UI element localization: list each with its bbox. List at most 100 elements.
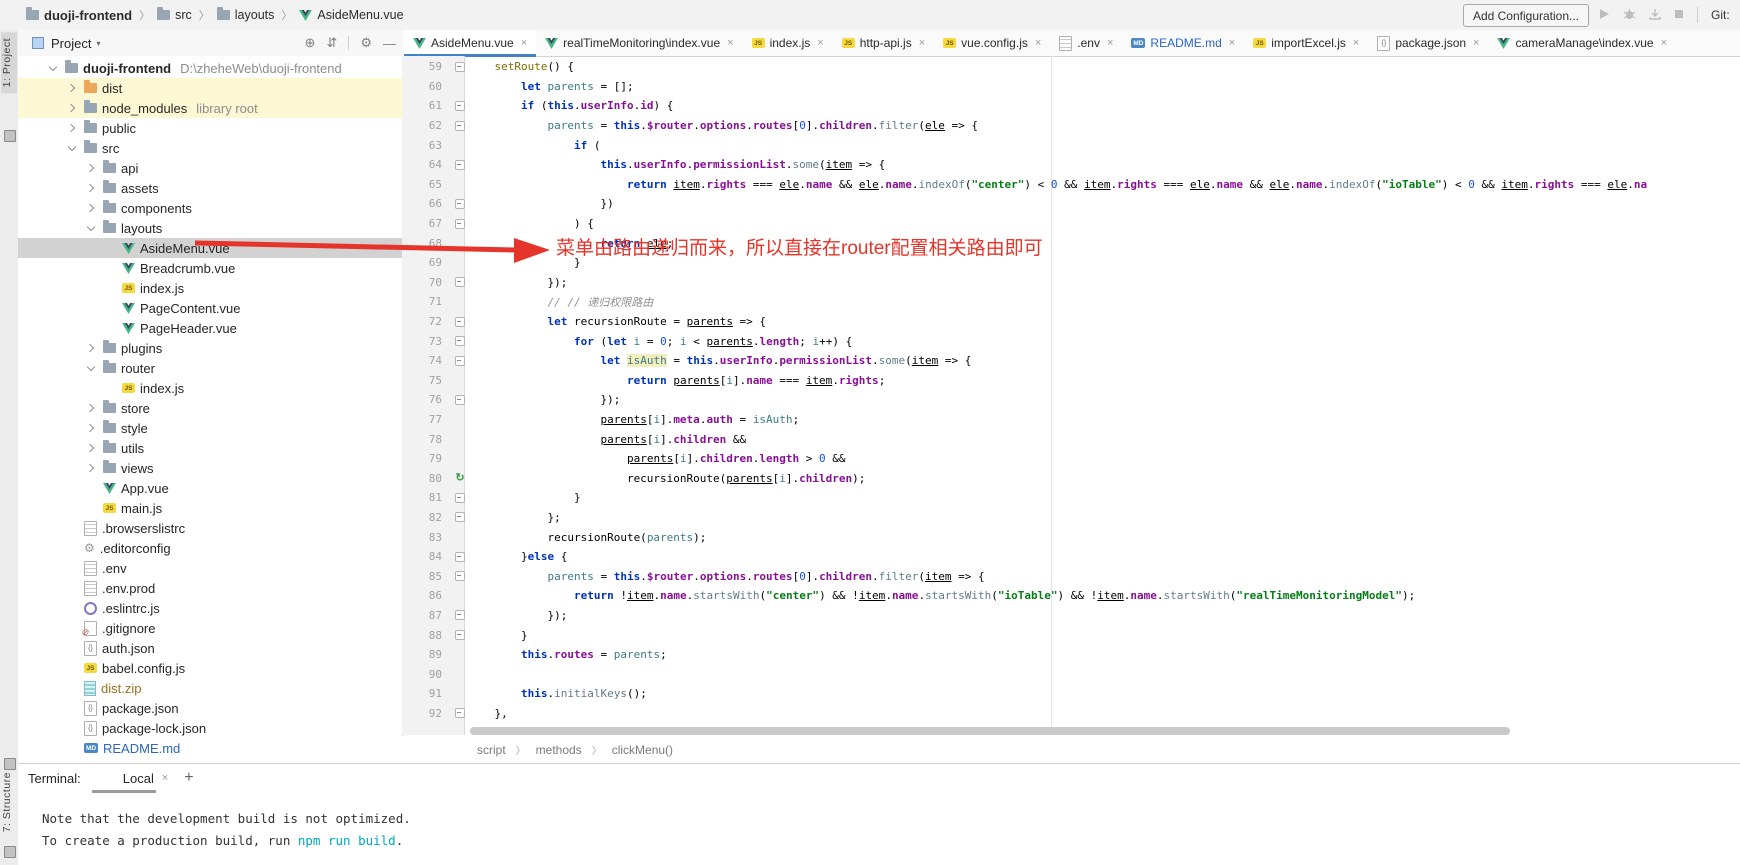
code-line[interactable]: 74 let isAuth = this.userInfo.permission… <box>402 351 1740 371</box>
line-number[interactable]: 62 <box>402 119 452 132</box>
line-number[interactable]: 91 <box>402 687 452 700</box>
editor-tab-package.json[interactable]: {}package.json× <box>1368 30 1488 56</box>
tree-item-AsideMenu.vue[interactable]: AsideMenu.vue <box>18 238 402 258</box>
code-line[interactable]: 85 parents = this.$router.options.routes… <box>402 566 1740 586</box>
fold-marker-icon[interactable] <box>455 317 465 327</box>
line-number[interactable]: 88 <box>402 629 452 642</box>
favorites-strip-icon[interactable] <box>4 846 16 858</box>
tree-item-package-lock.json[interactable]: {}package-lock.json <box>18 718 402 738</box>
line-number[interactable]: 71 <box>402 295 452 308</box>
code-line[interactable]: 75 return parents[i].name === item.right… <box>402 371 1740 391</box>
line-number[interactable]: 69 <box>402 256 452 269</box>
line-number[interactable]: 77 <box>402 413 452 426</box>
run-icon[interactable] <box>1598 8 1610 23</box>
chevron-down-icon[interactable]: ▾ <box>96 39 100 48</box>
code-line[interactable]: 67 ) { <box>402 214 1740 234</box>
hide-panel-icon[interactable]: — <box>383 36 396 51</box>
close-icon[interactable]: × <box>919 37 925 49</box>
code-line[interactable]: 64 this.userInfo.permissionList.some(ite… <box>402 155 1740 175</box>
tree-item-package.json[interactable]: {}package.json <box>18 698 402 718</box>
tree-item-dist[interactable]: dist <box>18 78 402 98</box>
line-number[interactable]: 66 <box>402 197 452 210</box>
line-number[interactable]: 78 <box>402 433 452 446</box>
code-editor[interactable]: 59 setRoute() {60 let parents = [];61 if… <box>402 57 1740 723</box>
line-number[interactable]: 65 <box>402 178 452 191</box>
fold-marker-icon[interactable] <box>455 512 465 522</box>
close-icon[interactable]: × <box>1661 37 1667 49</box>
fold-marker-icon[interactable] <box>455 708 465 718</box>
line-number[interactable]: 70 <box>402 276 452 289</box>
line-number[interactable]: 64 <box>402 158 452 171</box>
locate-icon[interactable]: ⊕ <box>305 35 316 51</box>
tree-item-.eslintrc.js[interactable]: .eslintrc.js <box>18 598 402 618</box>
editor-tab-vue.config.js[interactable]: JSvue.config.js× <box>934 30 1050 56</box>
tree-item-.editorconfig[interactable]: ⚙.editorconfig <box>18 538 402 558</box>
add-configuration-button[interactable]: Add Configuration... <box>1463 4 1589 27</box>
tree-item-layouts[interactable]: layouts <box>18 218 402 238</box>
code-line[interactable]: 70 }); <box>402 273 1740 293</box>
breadcrumb-item[interactable]: AsideMenu.vue <box>299 8 403 22</box>
chevron-collapsed-icon[interactable] <box>65 81 79 95</box>
code-line[interactable]: 92 }, <box>402 704 1740 724</box>
tree-item-Breadcrumb.vue[interactable]: Breadcrumb.vue <box>18 258 402 278</box>
line-number[interactable]: 80 <box>402 472 452 485</box>
breadcrumb-item[interactable]: src <box>157 8 192 22</box>
code-line[interactable]: 61 if (this.userInfo.id) { <box>402 96 1740 116</box>
close-icon[interactable]: × <box>1107 37 1113 49</box>
line-number[interactable]: 60 <box>402 80 452 93</box>
tree-item-duoji-frontend[interactable]: duoji-frontendD:\zheheWeb\duoji-frontend <box>18 58 402 78</box>
editor-tab-http-api.js[interactable]: JShttp-api.js× <box>833 30 934 56</box>
fold-marker-icon[interactable] <box>455 356 465 366</box>
close-icon[interactable]: × <box>1473 37 1479 49</box>
line-number[interactable]: 79 <box>402 452 452 465</box>
code-line[interactable]: 88 } <box>402 625 1740 645</box>
tree-item-App.vue[interactable]: App.vue <box>18 478 402 498</box>
code-line[interactable]: 91 this.initialKeys(); <box>402 684 1740 704</box>
tree-item-style[interactable]: style <box>18 418 402 438</box>
editor-breadcrumb-item[interactable]: methods <box>536 743 582 757</box>
breadcrumb-item[interactable]: layouts <box>217 8 275 22</box>
fold-marker-icon[interactable] <box>455 395 465 405</box>
code-line[interactable]: 66 }) <box>402 194 1740 214</box>
line-number[interactable]: 73 <box>402 335 452 348</box>
tree-item-components[interactable]: components <box>18 198 402 218</box>
code-line[interactable]: 79 parents[i].children.length > 0 && <box>402 449 1740 469</box>
editor-tab-AsideMenu.vue[interactable]: AsideMenu.vue× <box>404 30 536 56</box>
line-number[interactable]: 81 <box>402 491 452 504</box>
code-line[interactable]: 65 return item.rights === ele.name && el… <box>402 175 1740 195</box>
fold-marker-icon[interactable] <box>455 199 465 209</box>
tree-item-auth.json[interactable]: {}auth.json <box>18 638 402 658</box>
line-number[interactable]: 67 <box>402 217 452 230</box>
tree-item-main.js[interactable]: JSmain.js <box>18 498 402 518</box>
chevron-collapsed-icon[interactable] <box>84 421 98 435</box>
debug-icon[interactable] <box>1623 8 1636 23</box>
tree-item-utils[interactable]: utils <box>18 438 402 458</box>
code-line[interactable]: 73 for (let i = 0; i < parents.length; i… <box>402 331 1740 351</box>
stop-icon[interactable] <box>1674 8 1684 22</box>
line-number[interactable]: 92 <box>402 707 452 720</box>
tree-item-.env.prod[interactable]: .env.prod <box>18 578 402 598</box>
tree-item-index.js[interactable]: JSindex.js <box>18 378 402 398</box>
line-number[interactable]: 72 <box>402 315 452 328</box>
chevron-collapsed-icon[interactable] <box>65 121 79 135</box>
line-number[interactable]: 76 <box>402 393 452 406</box>
line-number[interactable]: 63 <box>402 139 452 152</box>
line-number[interactable]: 84 <box>402 550 452 563</box>
tree-item-assets[interactable]: assets <box>18 178 402 198</box>
fold-marker-icon[interactable] <box>455 493 465 503</box>
tree-item-.browserslistrc[interactable]: .browserslistrc <box>18 518 402 538</box>
fold-marker-icon[interactable] <box>455 277 465 287</box>
collapse-all-icon[interactable]: ⇵ <box>326 35 337 51</box>
terminal-tab-local[interactable]: Local <box>123 771 154 786</box>
tree-item-store[interactable]: store <box>18 398 402 418</box>
chevron-collapsed-icon[interactable] <box>84 341 98 355</box>
line-number[interactable]: 74 <box>402 354 452 367</box>
chevron-collapsed-icon[interactable] <box>84 161 98 175</box>
line-number[interactable]: 68 <box>402 237 452 250</box>
code-line[interactable]: 59 setRoute() { <box>402 57 1740 77</box>
code-line[interactable]: 76 }); <box>402 390 1740 410</box>
editor-breadcrumb-item[interactable]: script <box>477 743 506 757</box>
editor-tab-.env[interactable]: .env× <box>1050 30 1122 56</box>
code-line[interactable]: 86 return !item.name.startsWith("center"… <box>402 586 1740 606</box>
terminal-output[interactable]: Note that the development build is not o… <box>42 808 411 852</box>
